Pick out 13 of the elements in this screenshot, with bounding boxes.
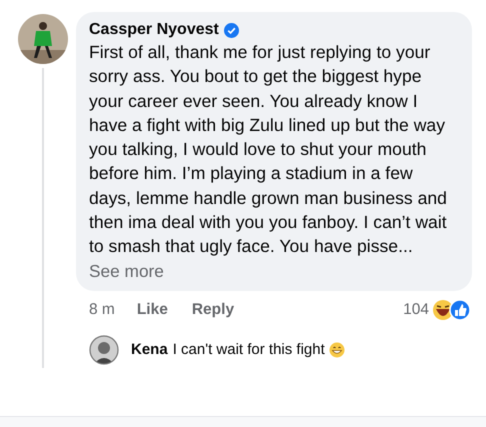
comment-text: First of all, thank me for just replying to your sorry ass. You bout to get the biggest hype your career ever seen. You already know I have a fight with big Zulu lined up but the way you talking, I would love to shut your mouth before him. I’m playing a stadium in a few days, lemme handle grown man business and then ima deal with you you fanboy. I can’t wait to smash that ugly face. You have pisse... [89, 41, 448, 258]
avatar[interactable] [18, 14, 68, 64]
action-link[interactable]: Reply [192, 300, 234, 319]
author-name[interactable]: Cassper Nyovest [89, 21, 219, 39]
reaction-count[interactable]: 104 [403, 300, 429, 319]
avatar[interactable] [89, 334, 119, 365]
see-more-link[interactable]: See more [89, 258, 452, 283]
grin-emoji-icon [328, 342, 345, 358]
reply-author[interactable]: Kena [131, 341, 168, 358]
reply-text: I can't wait for this fight [172, 341, 325, 358]
action-link[interactable]: Like [136, 300, 168, 319]
timestamp: 8 m [89, 300, 115, 319]
reaction-icons[interactable] [432, 298, 472, 321]
